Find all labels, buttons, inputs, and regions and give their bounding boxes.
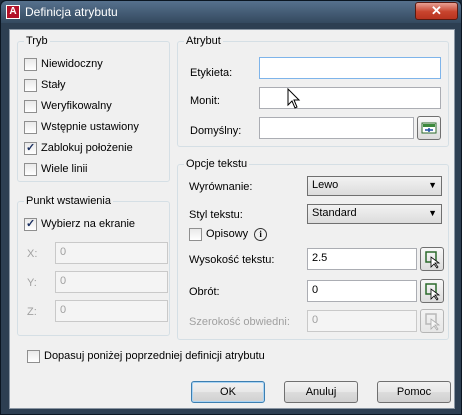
justification-label: Wyrównanie: <box>189 181 253 193</box>
multiline-checkbox-row[interactable]: Wiele linii <box>24 161 87 177</box>
window-title: Definicja atrybutu <box>25 5 118 19</box>
pick-height-button[interactable] <box>420 247 444 271</box>
attribute-group-title: Atrybut <box>184 35 223 47</box>
prompt-label: Monit: <box>190 95 220 107</box>
dialog-window: A Definicja atrybutu ✕ Tryb Niewidoczny … <box>0 0 462 415</box>
insert-field-button[interactable] <box>417 116 441 140</box>
multiline-checkbox[interactable] <box>24 162 37 176</box>
text-style-label: Styl tekstu: <box>189 209 243 221</box>
invisible-label: Niewidoczny <box>41 58 103 70</box>
justification-value: Lewo <box>312 179 339 191</box>
verify-checkbox-row[interactable]: Weryfikowalny <box>24 98 112 114</box>
chevron-down-icon: ▼ <box>428 180 437 190</box>
invisible-checkbox-row[interactable]: Niewidoczny <box>24 56 103 72</box>
specify-on-screen-label: Wybierz na ekranie <box>41 218 136 230</box>
cancel-button[interactable]: Anuluj <box>284 381 358 403</box>
text-height-label: Wysokość tekstu: <box>189 254 275 266</box>
dialog-client: Tryb Niewidoczny Stały Weryfikowalny Wst… <box>9 29 455 409</box>
chevron-down-icon: ▼ <box>428 208 437 218</box>
text-options-group-title: Opcje tekstu <box>184 158 250 170</box>
invisible-checkbox[interactable] <box>24 57 37 71</box>
title-bar[interactable]: A Definicja atrybutu ✕ <box>1 1 461 23</box>
pick-point-icon <box>425 283 441 301</box>
x-label: X: <box>27 248 38 260</box>
text-options-group: Opcje tekstu Wyrównanie: Lewo ▼ Styl tek… <box>177 158 449 340</box>
mouse-pointer-icon <box>287 88 301 109</box>
boundary-width-label: Szerokość obwiedni: <box>189 316 290 328</box>
default-input[interactable] <box>259 117 414 139</box>
pick-point-icon <box>425 313 441 331</box>
annotative-label: Opisowy <box>206 228 249 240</box>
lock-position-label: Zablokuj położenie <box>41 142 133 154</box>
pick-boundary-button[interactable] <box>420 309 444 333</box>
align-below-row[interactable]: Dopasuj poniżej poprzedniej definicji at… <box>27 348 265 364</box>
preset-checkbox[interactable] <box>24 120 37 134</box>
align-below-label: Dopasuj poniżej poprzedniej definicji at… <box>44 350 265 362</box>
z-field[interactable]: 0 <box>55 300 168 322</box>
info-icon[interactable]: i <box>254 227 268 241</box>
insert-field-icon <box>421 122 437 134</box>
autocad-icon: A <box>6 5 20 19</box>
x-field[interactable]: 0 <box>55 242 168 264</box>
verify-label: Weryfikowalny <box>41 100 112 112</box>
text-style-select[interactable]: Standard ▼ <box>307 204 442 224</box>
y-label: Y: <box>27 277 37 289</box>
mode-group-title: Tryb <box>24 35 50 47</box>
constant-label: Stały <box>41 79 66 91</box>
justification-select[interactable]: Lewo ▼ <box>307 176 442 196</box>
constant-checkbox-row[interactable]: Stały <box>24 77 65 93</box>
align-below-checkbox[interactable] <box>27 349 40 363</box>
default-label: Domyślny: <box>190 125 242 137</box>
constant-checkbox[interactable] <box>24 78 37 92</box>
pick-point-icon <box>425 251 441 269</box>
boundary-width-input[interactable]: 0 <box>307 310 417 332</box>
insertion-group-title: Punkt wstawienia <box>24 195 113 207</box>
tag-input[interactable] <box>259 57 441 79</box>
annotative-row[interactable]: Opisowy i <box>189 226 268 242</box>
help-button[interactable]: Pomoc <box>377 381 451 403</box>
text-style-value: Standard <box>312 207 357 219</box>
specify-on-screen-row[interactable]: Wybierz na ekranie <box>24 216 135 232</box>
multiline-label: Wiele linii <box>41 163 88 175</box>
text-height-input[interactable]: 2.5 <box>307 248 417 270</box>
y-field[interactable]: 0 <box>55 271 168 293</box>
attribute-group: Atrybut Etykieta: Monit: Domyślny: <box>177 35 449 147</box>
annotative-checkbox[interactable] <box>189 227 202 241</box>
lock-position-checkbox[interactable] <box>24 141 37 155</box>
insertion-group: Punkt wstawienia Wybierz na ekranie X: 0… <box>17 195 170 336</box>
ok-button[interactable]: OK <box>191 381 265 403</box>
specify-on-screen-checkbox[interactable] <box>24 217 37 231</box>
lock-position-checkbox-row[interactable]: Zablokuj położenie <box>24 140 133 156</box>
mode-group: Tryb Niewidoczny Stały Weryfikowalny Wst… <box>17 35 170 182</box>
tag-label: Etykieta: <box>190 67 233 79</box>
close-button[interactable]: ✕ <box>415 2 458 20</box>
rotation-label: Obrót: <box>189 286 220 298</box>
verify-checkbox[interactable] <box>24 99 37 113</box>
preset-label: Wstępnie ustawiony <box>41 121 139 133</box>
pick-rotation-button[interactable] <box>420 279 444 303</box>
preset-checkbox-row[interactable]: Wstępnie ustawiony <box>24 119 139 135</box>
z-label: Z: <box>27 306 37 318</box>
rotation-input[interactable]: 0 <box>307 280 417 302</box>
